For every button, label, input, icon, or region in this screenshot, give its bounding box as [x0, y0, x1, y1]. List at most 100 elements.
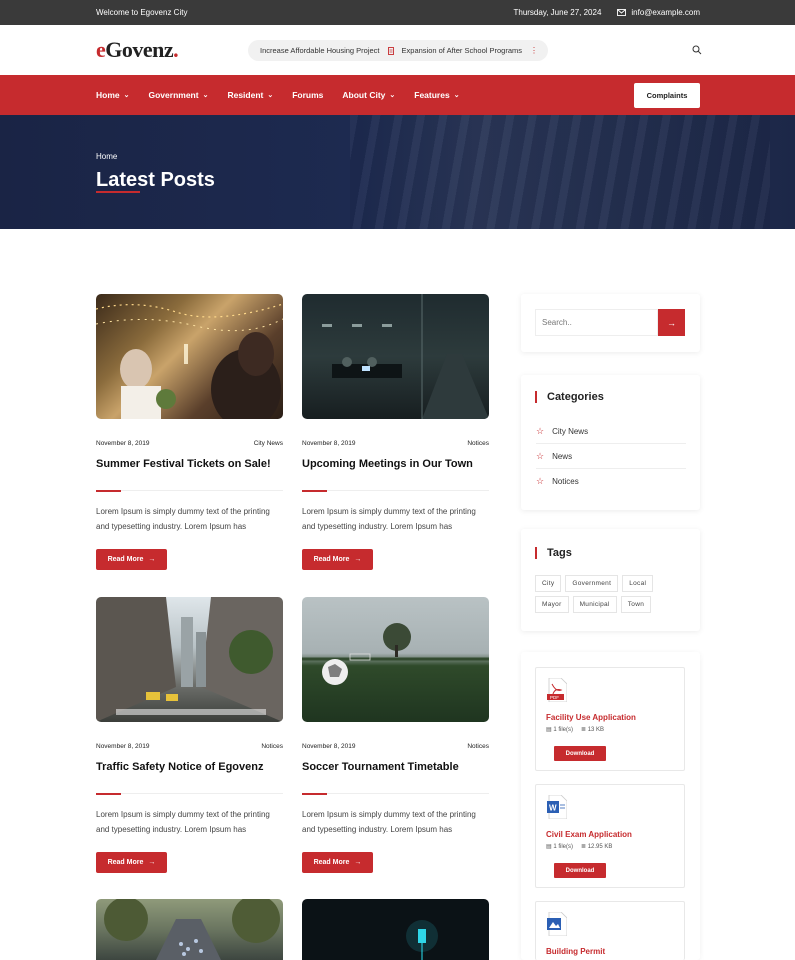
main-content: November 8, 2019 City News Summer Festiva…: [0, 229, 795, 960]
divider: [121, 490, 283, 491]
divider: [327, 490, 489, 491]
post-image-marathon[interactable]: [96, 899, 283, 960]
site-header: eGovenz. Increase Affordable Housing Pro…: [0, 25, 795, 75]
sidebar-search-input[interactable]: Search..: [535, 309, 658, 336]
file-card: PDF Facility Use Application ▤ 1 file(s)…: [535, 667, 685, 771]
post-category[interactable]: Notices: [261, 743, 283, 750]
divider: [327, 793, 489, 794]
nav-item-forums[interactable]: Forums: [292, 90, 323, 100]
tags-widget: Tags City Government Local Mayor Municipal To…: [521, 529, 700, 631]
post-image-soccer[interactable]: [302, 597, 489, 722]
download-button[interactable]: Download: [554, 863, 606, 878]
post-category[interactable]: Notices: [467, 440, 489, 447]
post-card: November 8, 2019 City News Summer Festiva…: [96, 294, 283, 570]
date-text: Thursday, June 27, 2024: [513, 8, 602, 17]
top-bar: Welcome to Egovenz City Thursday, June 2…: [0, 0, 795, 25]
read-more-button[interactable]: Read More →: [302, 852, 373, 873]
post-title[interactable]: Soccer Tournament Timetable: [302, 761, 489, 787]
file-card: W Civil Exam Application ▤ 1 file(s) ≣ 12…: [535, 784, 685, 888]
nav-item-resident[interactable]: Resident ⌄: [227, 90, 273, 100]
category-item[interactable]: ☆ News: [536, 444, 686, 469]
file-title[interactable]: Facility Use Application: [546, 713, 636, 722]
main-nav: Home ⌄ Government ⌄ Resident ⌄ Forums About Cit…: [0, 75, 795, 115]
file-card: Building Permit: [535, 901, 685, 960]
tag-item[interactable]: City: [535, 575, 562, 592]
read-more-button[interactable]: Read More →: [302, 549, 373, 570]
post-image-traffic[interactable]: [96, 597, 283, 722]
breadcrumb[interactable]: Home: [96, 152, 117, 161]
post-excerpt: Lorem Ipsum is simply dummy text of the …: [96, 507, 270, 531]
category-item[interactable]: ☆ Notices: [536, 469, 686, 494]
tag-list: City Government Local Mayor Municipal Town: [521, 575, 700, 613]
nav-item-government[interactable]: Government ⌄: [149, 90, 209, 100]
tag-item[interactable]: Municipal: [572, 596, 617, 613]
category-label: News: [552, 451, 573, 461]
chevron-down-icon: ⌄: [389, 92, 396, 99]
database-icon: ≣: [581, 844, 587, 850]
mail-icon: [617, 9, 627, 16]
nav-item-about-city[interactable]: About City ⌄: [342, 90, 395, 100]
category-label: City News: [552, 426, 589, 436]
nav-item-home[interactable]: Home ⌄: [96, 90, 130, 100]
post-category[interactable]: Notices: [467, 743, 489, 750]
search-icon[interactable]: [692, 45, 702, 55]
post-category[interactable]: City News: [254, 440, 283, 447]
tag-item[interactable]: Town: [620, 596, 652, 613]
read-more-button[interactable]: Read More →: [96, 852, 167, 873]
category-list: ☆ City News ☆ News ☆ Notices: [521, 419, 700, 494]
page-title: Latest Posts: [96, 169, 215, 191]
title-accent: [302, 490, 327, 492]
post-excerpt: Lorem Ipsum is simply dummy text of the …: [302, 507, 476, 531]
file-info: ▤ 1 file(s) ≣ 12.95 KB: [546, 843, 612, 850]
post-date: November 8, 2019: [302, 743, 356, 750]
file-title[interactable]: Civil Exam Application: [546, 830, 632, 839]
category-item[interactable]: ☆ City News: [536, 419, 686, 444]
site-logo[interactable]: eGovenz.: [96, 37, 179, 63]
file-size: ≣ 13 KB: [581, 727, 605, 733]
chevron-down-icon: ⌄: [453, 92, 460, 99]
file-title[interactable]: Building Permit: [546, 947, 605, 956]
news-ticker: Increase Affordable Housing Project Expa…: [248, 40, 548, 61]
search-submit-button[interactable]: →: [658, 309, 685, 336]
post-image-festival[interactable]: [96, 294, 283, 419]
ticker-item[interactable]: Increase Affordable Housing Project: [260, 46, 380, 55]
pdf-icon: PDF: [547, 678, 567, 702]
document-icon: [387, 46, 394, 55]
word-icon: W: [547, 795, 567, 819]
soccer-scene: [302, 623, 489, 685]
post-date: November 8, 2019: [302, 440, 356, 447]
divider: [121, 793, 283, 794]
tag-item[interactable]: Local: [622, 575, 654, 592]
welcome-text: Welcome to Egovenz City: [96, 8, 188, 17]
email-link[interactable]: info@example.com: [617, 8, 700, 17]
database-icon: ≣: [581, 727, 587, 733]
arrow-right-icon: →: [354, 859, 362, 866]
chevron-down-icon: ⌄: [123, 92, 130, 99]
tag-item[interactable]: Mayor: [535, 596, 569, 613]
complaints-button[interactable]: Complaints: [634, 83, 700, 108]
image-file-icon: [547, 912, 567, 936]
title-accent: [302, 793, 327, 795]
search-widget: Search.. →: [521, 294, 700, 352]
arrow-right-icon: →: [354, 556, 362, 563]
title-accent: [96, 793, 121, 795]
marathon-scene: [104, 899, 280, 960]
night-scene: [406, 920, 438, 960]
post-image-meeting[interactable]: [302, 294, 489, 419]
post-image-night[interactable]: [302, 899, 489, 960]
page-hero: Home Latest Posts: [0, 115, 795, 229]
file-info: ▤ 1 file(s) ≣ 13 KB: [546, 726, 604, 733]
post-excerpt: Lorem Ipsum is simply dummy text of the …: [96, 810, 270, 834]
post-title[interactable]: Upcoming Meetings in Our Town: [302, 458, 489, 484]
festival-scene: [96, 303, 283, 419]
post-card: November 8, 2019 Notices Upcoming Meeting…: [302, 294, 489, 570]
download-button[interactable]: Download: [554, 746, 606, 761]
post-title[interactable]: Summer Festival Tickets on Sale!: [96, 458, 283, 484]
read-more-button[interactable]: Read More →: [96, 549, 167, 570]
files-icon: ▤: [546, 844, 552, 850]
post-title[interactable]: Traffic Safety Notice of Egovenz: [96, 761, 283, 787]
ticker-item[interactable]: Expansion of After School Programs: [402, 46, 522, 55]
title-accent: [96, 490, 121, 492]
nav-item-features[interactable]: Features ⌄: [414, 90, 459, 100]
tag-item[interactable]: Government: [565, 575, 619, 592]
